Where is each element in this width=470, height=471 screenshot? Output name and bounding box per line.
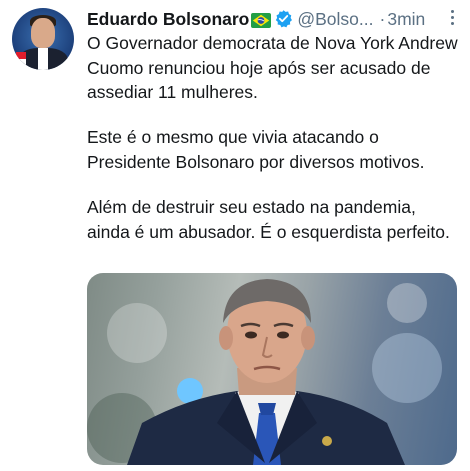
tweet-text-paragraph: Este é o mesmo que vivia atacando o Pres… bbox=[87, 127, 425, 172]
avatar[interactable] bbox=[12, 8, 74, 70]
tweet-text-paragraph: O Governador democrata de Nova York Andr… bbox=[87, 33, 458, 102]
tweet-header: Eduardo Bolsonaro @Bolso... · 3min bbox=[87, 7, 465, 31]
author-name[interactable]: Eduardo Bolsonaro bbox=[87, 9, 249, 29]
separator-dot: · bbox=[379, 9, 386, 29]
photo-subject bbox=[127, 279, 405, 465]
tweet-timestamp[interactable]: 3min bbox=[387, 9, 425, 29]
tweet-media-image[interactable] bbox=[87, 273, 457, 465]
tweet-text-paragraph: Além de destruir seu estado na pandemia,… bbox=[87, 197, 450, 242]
tweet: Eduardo Bolsonaro @Bolso... · 3min O Govern… bbox=[0, 0, 470, 471]
more-options-icon[interactable] bbox=[443, 7, 463, 29]
author-handle[interactable]: @Bolso... bbox=[297, 9, 373, 29]
